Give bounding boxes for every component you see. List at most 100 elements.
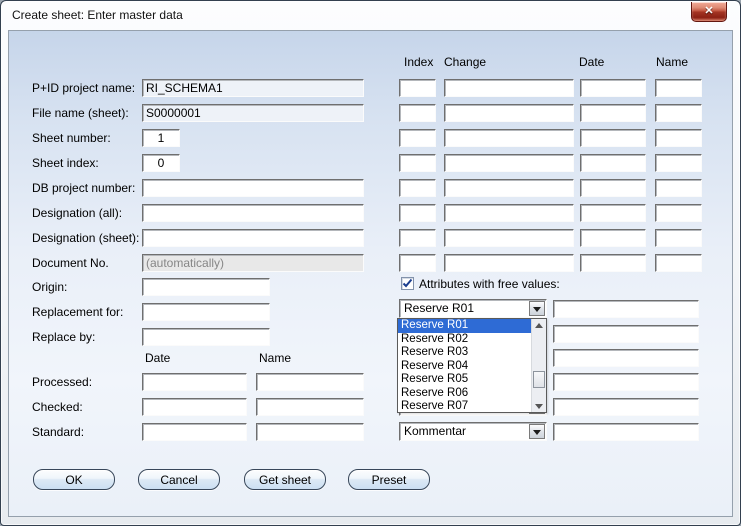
scrollbar-thumb[interactable] (533, 371, 545, 388)
revision-name-field[interactable] (655, 104, 702, 122)
get-sheet-button[interactable]: Get sheet (244, 469, 326, 490)
combo-dropdown-button[interactable] (529, 424, 545, 439)
attribute-free-value-field-2[interactable] (553, 325, 699, 343)
revision-index-field[interactable] (399, 79, 436, 97)
revision-index-field[interactable] (399, 204, 436, 222)
cancel-button[interactable]: Cancel (138, 469, 220, 490)
revision-name-field[interactable] (655, 154, 702, 172)
attribute-free-value-field-6[interactable] (553, 423, 699, 441)
revision-date-field[interactable] (580, 154, 646, 172)
revision-name-field[interactable] (655, 254, 702, 272)
standard-label: Standard: (32, 425, 84, 439)
revision-change-field[interactable] (444, 104, 574, 122)
revision-date-field[interactable] (580, 79, 646, 97)
checked-label: Checked: (32, 400, 83, 414)
preset-button[interactable]: Preset (348, 469, 430, 490)
designation-sheet-field[interactable] (142, 229, 364, 247)
attribute-combo-6[interactable]: Kommentar (399, 422, 547, 441)
designation-sheet-label: Designation (sheet): (32, 231, 139, 245)
revision-name-field[interactable] (655, 129, 702, 147)
sheet-number-label: Sheet number: (32, 131, 111, 145)
db-project-number-field[interactable] (142, 179, 364, 197)
revision-index-header: Index (404, 55, 433, 69)
checked-date-field[interactable] (142, 398, 247, 416)
revision-name-field[interactable] (655, 204, 702, 222)
revision-change-field[interactable] (444, 204, 574, 222)
dropdown-item[interactable]: Reserve R03 (398, 346, 531, 360)
scroll-up-button[interactable] (532, 319, 546, 332)
close-button[interactable]: ✕ (691, 2, 727, 22)
revision-name-field[interactable] (655, 229, 702, 247)
revision-index-field[interactable] (399, 104, 436, 122)
title-bar[interactable]: Create sheet: Enter master data ✕ (1, 1, 740, 30)
file-name-field[interactable] (142, 104, 364, 122)
revision-change-field[interactable] (444, 154, 574, 172)
attribute-combo-1[interactable]: Reserve R01 (399, 299, 547, 318)
processed-name-field[interactable] (256, 373, 364, 391)
revision-change-field[interactable] (444, 229, 574, 247)
dropdown-item[interactable]: Reserve R04 (398, 360, 531, 374)
replace-by-label: Replace by: (32, 330, 95, 344)
free-values-checkbox-label: Attributes with free values: (419, 277, 560, 291)
attribute-free-value-field-4[interactable] (553, 373, 699, 391)
dropdown-items: Reserve R01 Reserve R02 Reserve R03 Rese… (398, 319, 531, 412)
designation-all-label: Designation (all): (32, 206, 122, 220)
replacement-for-label: Replacement for: (32, 305, 123, 319)
dropdown-item[interactable]: Reserve R02 (398, 333, 531, 347)
revision-date-field[interactable] (580, 254, 646, 272)
revision-index-field[interactable] (399, 179, 436, 197)
revision-change-field[interactable] (444, 129, 574, 147)
standard-date-field[interactable] (142, 423, 247, 441)
attribute-combo-6-value: Kommentar (404, 425, 466, 438)
revision-index-field[interactable] (399, 154, 436, 172)
scroll-down-icon (535, 404, 543, 409)
revision-date-header: Date (579, 55, 604, 69)
sheet-number-field[interactable] (142, 129, 180, 147)
revision-index-field[interactable] (399, 229, 436, 247)
chevron-down-icon (533, 307, 541, 312)
dialog-window: Create sheet: Enter master data ✕ P+ID p… (0, 0, 741, 526)
revision-change-field[interactable] (444, 79, 574, 97)
sheet-index-field[interactable] (142, 154, 180, 172)
revision-date-field[interactable] (580, 204, 646, 222)
origin-field[interactable] (142, 278, 270, 296)
replacement-for-field[interactable] (142, 303, 270, 321)
dropdown-item[interactable]: Reserve R05 (398, 373, 531, 387)
dropdown-item[interactable]: Reserve R06 (398, 387, 531, 401)
check-icon (402, 278, 413, 289)
standard-name-field[interactable] (256, 423, 364, 441)
revision-index-field[interactable] (399, 129, 436, 147)
processed-date-field[interactable] (142, 373, 247, 391)
scroll-down-button[interactable] (532, 399, 546, 412)
revision-name-field[interactable] (655, 79, 702, 97)
attribute-free-value-field-5[interactable] (553, 398, 699, 416)
list-scrollbar[interactable] (531, 319, 546, 412)
revision-date-field[interactable] (580, 104, 646, 122)
revision-date-field[interactable] (580, 129, 646, 147)
pid-project-name-field[interactable] (142, 79, 364, 97)
combo-dropdown-button[interactable] (529, 301, 545, 316)
dialog-body: P+ID project name: File name (sheet): Sh… (8, 30, 733, 517)
revision-name-header: Name (656, 55, 688, 69)
designation-all-field[interactable] (142, 204, 364, 222)
revision-index-field[interactable] (399, 254, 436, 272)
close-icon: ✕ (692, 4, 726, 18)
revision-change-field[interactable] (444, 179, 574, 197)
dropdown-item[interactable]: Reserve R07 (398, 400, 531, 412)
attribute-free-value-field-3[interactable] (553, 349, 699, 367)
attribute-free-value-field-1[interactable] (553, 300, 699, 318)
sheet-index-label: Sheet index: (32, 156, 99, 170)
signature-date-header: Date (145, 351, 170, 365)
revision-date-field[interactable] (580, 179, 646, 197)
db-project-number-label: DB project number: (32, 181, 135, 195)
revision-name-field[interactable] (655, 179, 702, 197)
revision-date-field[interactable] (580, 229, 646, 247)
revision-change-field[interactable] (444, 254, 574, 272)
attribute-combo-1-value: Reserve R01 (404, 302, 474, 315)
dropdown-item[interactable]: Reserve R01 (398, 319, 531, 333)
document-no-label: Document No. (32, 256, 109, 270)
free-values-checkbox[interactable] (401, 277, 414, 290)
checked-name-field[interactable] (256, 398, 364, 416)
ok-button[interactable]: OK (33, 469, 115, 490)
replace-by-field[interactable] (142, 328, 270, 346)
